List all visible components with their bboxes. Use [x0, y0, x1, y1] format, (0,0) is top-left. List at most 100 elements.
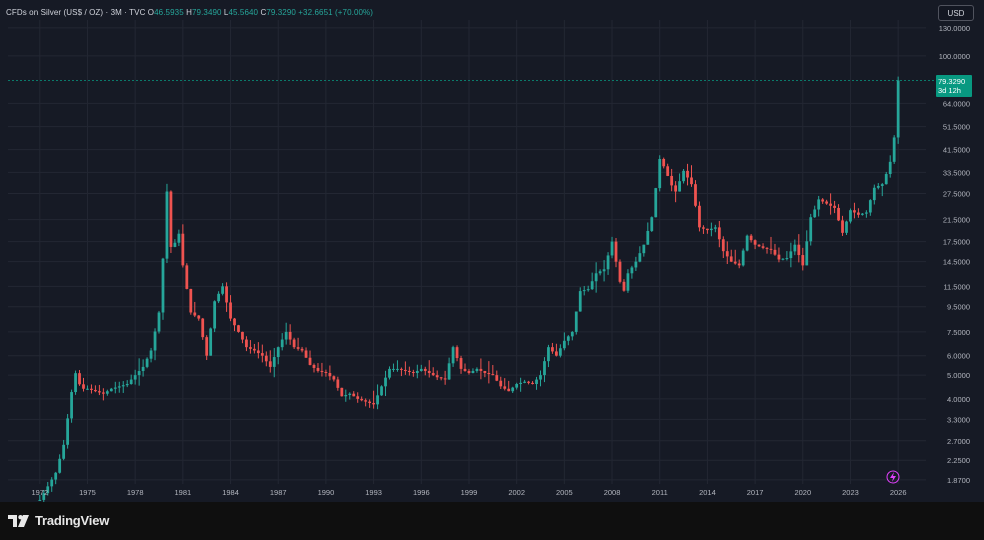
candle-body — [789, 251, 793, 259]
candle-body — [491, 374, 495, 376]
candle-body — [113, 387, 117, 389]
candle-body — [642, 244, 646, 254]
candle-body — [884, 174, 888, 185]
candle-body — [888, 161, 892, 175]
candle-body — [892, 137, 896, 162]
candle-body — [702, 227, 705, 229]
candle-body — [598, 271, 602, 274]
candle-body — [78, 373, 81, 385]
candle-body — [821, 199, 825, 202]
candle-body — [153, 331, 157, 351]
candle-body — [682, 170, 685, 182]
candle-body — [356, 396, 360, 399]
close-value: 79.3290 — [266, 8, 296, 17]
candle-body — [90, 388, 93, 390]
chart-panel[interactable]: 130.0000 100.0000 64.0000 51.5000 41.5000 33.… — [0, 0, 984, 502]
candle-body — [105, 391, 109, 394]
candle-body — [209, 328, 213, 356]
candle-body — [741, 250, 745, 266]
candle-body — [455, 347, 459, 359]
price-tick-label: 41.5000 — [943, 146, 970, 155]
candle-body — [606, 255, 610, 270]
time-tick-label: 2011 — [652, 488, 668, 497]
candle-body — [630, 267, 634, 274]
candle-body — [872, 187, 876, 201]
candle-body — [610, 241, 614, 256]
high-value: 79.3490 — [191, 8, 222, 17]
candle-body — [384, 377, 387, 387]
candle-body — [523, 381, 526, 383]
currency-button[interactable]: USD — [938, 5, 974, 21]
candle-body — [201, 318, 205, 338]
time-tick-label: 2023 — [842, 488, 859, 497]
time-tick-label: 2005 — [556, 488, 573, 497]
candle-body — [555, 351, 558, 356]
candle-body — [260, 353, 264, 356]
candle-body — [245, 339, 248, 348]
candle-body — [825, 201, 829, 204]
candle-body — [646, 230, 650, 245]
candle-body — [503, 386, 507, 389]
time-tick-label: 1972 — [31, 488, 48, 497]
candle-body — [797, 244, 801, 256]
candle-body — [857, 212, 860, 215]
candle-body — [205, 337, 209, 356]
candle-body — [98, 391, 101, 393]
candle-body — [352, 393, 356, 397]
candle-body — [82, 384, 85, 389]
candle-body — [769, 248, 773, 250]
candle-body — [805, 241, 809, 266]
candle-body — [483, 370, 487, 374]
candle-body — [558, 348, 562, 356]
time-tick-label: 1999 — [461, 488, 478, 497]
candle-body — [777, 254, 781, 260]
last-price-value: 79.3290 — [938, 76, 966, 86]
price-tick-label: 11.5000 — [943, 282, 970, 291]
candle-body — [539, 375, 542, 380]
candle-body — [380, 386, 383, 396]
candle-body — [622, 281, 626, 291]
candle-body — [614, 241, 618, 262]
open-value: 46.5935 — [154, 8, 184, 17]
time-axis[interactable]: 1972 1975 1978 1981 1984 1987 1990 1993 1996 1999… — [31, 488, 906, 497]
candle-body — [849, 210, 852, 222]
price-tick-label: 1.8700 — [947, 476, 970, 485]
candle-body — [332, 376, 336, 380]
tradingview-logo[interactable]: TradingView — [8, 513, 109, 528]
candle-body — [149, 350, 153, 359]
candlestick-chart[interactable]: 130.0000 100.0000 64.0000 51.5000 41.5000 33.… — [0, 0, 984, 502]
price-tick-label: 100.0000 — [939, 52, 970, 61]
candle-body — [189, 288, 193, 313]
candle-body — [709, 228, 713, 231]
price-tick-label: 7.5000 — [947, 328, 970, 337]
tradingview-logo-icon — [8, 514, 29, 527]
candle-body — [344, 394, 348, 397]
candle-body — [686, 170, 689, 178]
candle-body — [765, 247, 769, 249]
candle-body — [137, 371, 141, 376]
flash-icon[interactable] — [886, 470, 900, 484]
candle-body — [129, 379, 133, 385]
price-tick-label: 33.5000 — [943, 168, 970, 177]
candle-body — [58, 458, 62, 473]
candle-body — [511, 387, 515, 392]
candle-body — [54, 472, 58, 480]
time-tick-label: 1984 — [222, 488, 239, 497]
candle-body — [109, 388, 113, 392]
candle-body — [602, 269, 606, 272]
candle-body — [833, 205, 836, 208]
candle-body — [173, 242, 177, 247]
candle-body — [793, 244, 797, 252]
candle-body — [809, 217, 813, 242]
candle-body — [451, 347, 455, 364]
candle-body — [562, 340, 566, 349]
time-tick-label: 1993 — [365, 488, 382, 497]
price-tick-label: 21.5000 — [943, 216, 970, 225]
candle-body — [713, 227, 717, 229]
candle-body — [213, 301, 217, 329]
candle-body — [165, 191, 169, 259]
candle-body — [837, 207, 840, 221]
candle-body — [66, 418, 69, 445]
candle-body — [698, 205, 701, 228]
time-tick-label: 1990 — [318, 488, 335, 497]
